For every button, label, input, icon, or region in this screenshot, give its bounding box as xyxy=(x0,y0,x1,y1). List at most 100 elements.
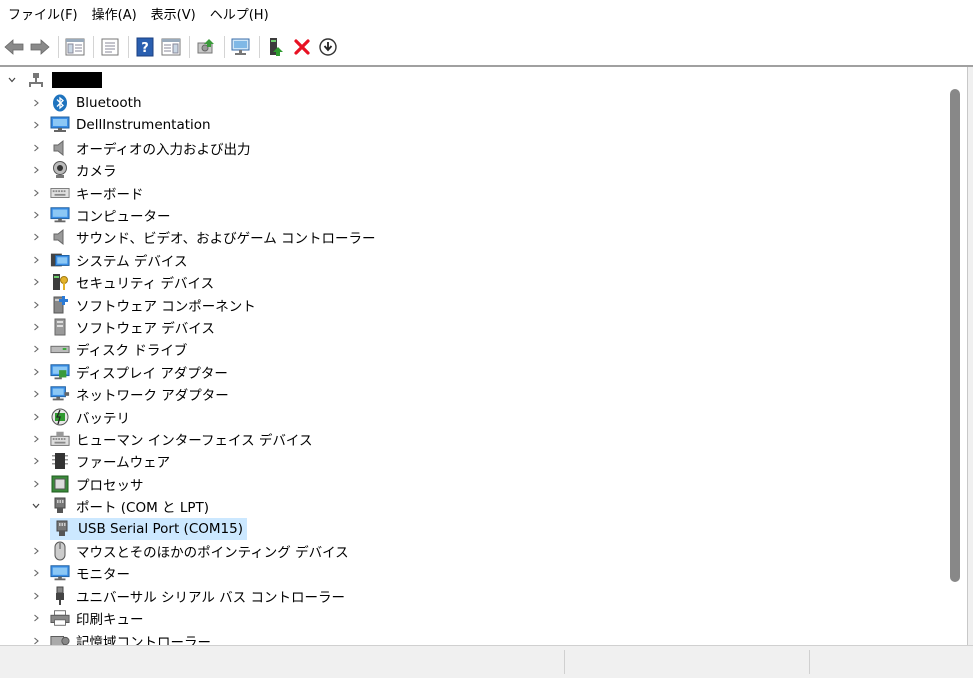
menu-action[interactable]: 操作(A) xyxy=(86,4,143,28)
tree-category-item[interactable]: キーボード xyxy=(30,182,144,204)
chevron-right-icon[interactable] xyxy=(30,612,42,624)
status-bar xyxy=(0,645,973,678)
chevron-right-icon[interactable] xyxy=(30,209,42,221)
chevron-right-icon[interactable] xyxy=(30,276,42,288)
download-icon[interactable] xyxy=(316,35,340,59)
port-icon xyxy=(52,519,72,539)
tree-item-label: USB Serial Port (COM15) xyxy=(78,520,243,537)
tree-item-label: コンピューター xyxy=(76,209,171,225)
display-adapter-icon xyxy=(50,362,70,382)
tree-category-item[interactable]: システム デバイス xyxy=(30,249,187,271)
chevron-right-icon[interactable] xyxy=(30,366,42,378)
selected-item-highlight[interactable]: USB Serial Port (COM15) xyxy=(50,517,247,540)
tree-item-label: ディスク ドライブ xyxy=(76,343,188,360)
tree-category-item[interactable]: DellInstrumentation xyxy=(30,114,211,136)
chevron-right-icon[interactable] xyxy=(30,299,42,311)
tree-category-item[interactable]: ファームウェア xyxy=(30,450,170,472)
tree-category-item[interactable]: サウンド、ビデオ、およびゲーム コントローラー xyxy=(30,226,376,248)
tree-item-label: モニター xyxy=(76,567,130,584)
scroll-thumb[interactable] xyxy=(950,89,960,582)
tree-category-item[interactable]: Bluetooth xyxy=(30,92,142,114)
chevron-right-icon[interactable] xyxy=(30,455,42,467)
mouse-icon xyxy=(50,541,70,561)
chevron-right-icon[interactable] xyxy=(30,254,42,266)
chevron-right-icon[interactable] xyxy=(30,478,42,490)
chevron-right-icon[interactable] xyxy=(30,187,42,199)
help-icon[interactable]: ? xyxy=(133,35,157,59)
chevron-right-icon[interactable] xyxy=(30,411,42,423)
action-pane-icon[interactable] xyxy=(159,35,183,59)
menu-help[interactable]: ヘルプ(H) xyxy=(204,4,275,28)
tree-category-item[interactable]: ネットワーク アダプター xyxy=(30,383,229,405)
back-arrow-icon[interactable] xyxy=(2,35,26,59)
chevron-right-icon[interactable] xyxy=(30,433,42,445)
computer-network-icon xyxy=(26,70,46,90)
root-computer-name-redacted xyxy=(52,72,102,88)
firmware-chip-icon xyxy=(50,451,70,471)
tree-item-label: セキュリティ デバイス xyxy=(76,276,215,293)
tree-category-item[interactable]: ユニバーサル シリアル バス コントローラー xyxy=(30,585,345,607)
port-icon xyxy=(50,496,70,516)
device-tree[interactable]: Bluetooth DellInstrumentation オーディオの入力および出… xyxy=(0,67,946,645)
tree-category-item[interactable]: カメラ xyxy=(30,159,117,181)
chevron-down-icon[interactable] xyxy=(6,74,18,86)
tree-category-item[interactable]: オーディオの入力および出力 xyxy=(30,137,251,159)
computer-icon xyxy=(50,205,70,225)
tree-item-label: システム デバイス xyxy=(76,253,188,270)
tree-category-item[interactable]: ヒューマン インターフェイス デバイス xyxy=(30,428,312,450)
properties-icon[interactable] xyxy=(98,35,122,59)
tree-category-item[interactable]: ポート (COM と LPT) xyxy=(30,495,209,517)
uninstall-device-icon[interactable] xyxy=(290,35,314,59)
monitor-icon xyxy=(50,563,70,583)
chevron-right-icon[interactable] xyxy=(30,321,42,333)
chevron-right-icon[interactable] xyxy=(30,142,42,154)
tree-category-item[interactable]: ディスク ドライブ xyxy=(30,338,187,360)
tree-item-label: 記憶域コントローラー xyxy=(76,634,211,645)
software-device-icon xyxy=(50,317,70,337)
tree-category-item[interactable]: バッテリ xyxy=(30,406,130,428)
tree-category-item[interactable]: コンピューター xyxy=(30,204,171,226)
menu-file[interactable]: ファイル(F) xyxy=(2,4,84,28)
chevron-right-icon[interactable] xyxy=(30,388,42,400)
tree-item-label: ユニバーサル シリアル バス コントローラー xyxy=(76,589,345,606)
speaker-icon xyxy=(50,227,70,247)
tree-category-item[interactable]: ソフトウェア コンポーネント xyxy=(30,294,256,316)
tree-category-item[interactable]: ソフトウェア デバイス xyxy=(30,316,215,338)
chevron-right-icon[interactable] xyxy=(30,635,42,645)
chevron-down-icon[interactable] xyxy=(30,500,42,512)
chevron-right-icon[interactable] xyxy=(30,119,42,131)
chevron-right-icon[interactable] xyxy=(30,231,42,243)
enable-device-icon[interactable] xyxy=(264,35,288,59)
tree-category-item[interactable]: プロセッサ xyxy=(30,473,144,495)
chevron-right-icon[interactable] xyxy=(30,164,42,176)
tree-category-item[interactable]: 印刷キュー xyxy=(30,607,144,629)
bluetooth-icon xyxy=(50,93,70,113)
tree-category-item[interactable]: マウスとそのほかのポインティング デバイス xyxy=(30,540,349,562)
system-device-icon xyxy=(50,250,70,270)
tree-category-item[interactable]: モニター xyxy=(30,562,130,584)
battery-icon xyxy=(50,407,70,427)
chevron-right-icon[interactable] xyxy=(30,567,42,579)
toolbar-separator xyxy=(128,36,129,58)
tree-item-label: オーディオの入力および出力 xyxy=(76,141,251,158)
menu-view[interactable]: 表示(V) xyxy=(145,4,202,28)
tree-category-item[interactable]: 記憶域コントローラー xyxy=(30,630,211,645)
show-hide-tree-icon[interactable] xyxy=(63,35,87,59)
update-driver-icon[interactable] xyxy=(194,35,218,59)
forward-arrow-icon[interactable] xyxy=(28,35,52,59)
scan-hardware-icon[interactable] xyxy=(229,35,253,59)
tree-category-item[interactable]: ディスプレイ アダプター xyxy=(30,361,228,383)
tree-category-item[interactable]: セキュリティ デバイス xyxy=(30,271,214,293)
window-edge xyxy=(967,67,973,645)
chevron-right-icon[interactable] xyxy=(30,545,42,557)
vertical-scrollbar[interactable] xyxy=(946,67,967,645)
tree-item-label: プロセッサ xyxy=(76,477,144,494)
toolbar-separator xyxy=(58,36,59,58)
tree-child-item[interactable]: USB Serial Port (COM15) xyxy=(50,517,247,540)
network-adapter-icon xyxy=(50,384,70,404)
chevron-right-icon[interactable] xyxy=(30,97,42,109)
tree-item-label: カメラ xyxy=(76,164,117,181)
chevron-right-icon[interactable] xyxy=(30,343,42,355)
tree-root[interactable] xyxy=(6,69,102,91)
chevron-right-icon[interactable] xyxy=(30,590,42,602)
